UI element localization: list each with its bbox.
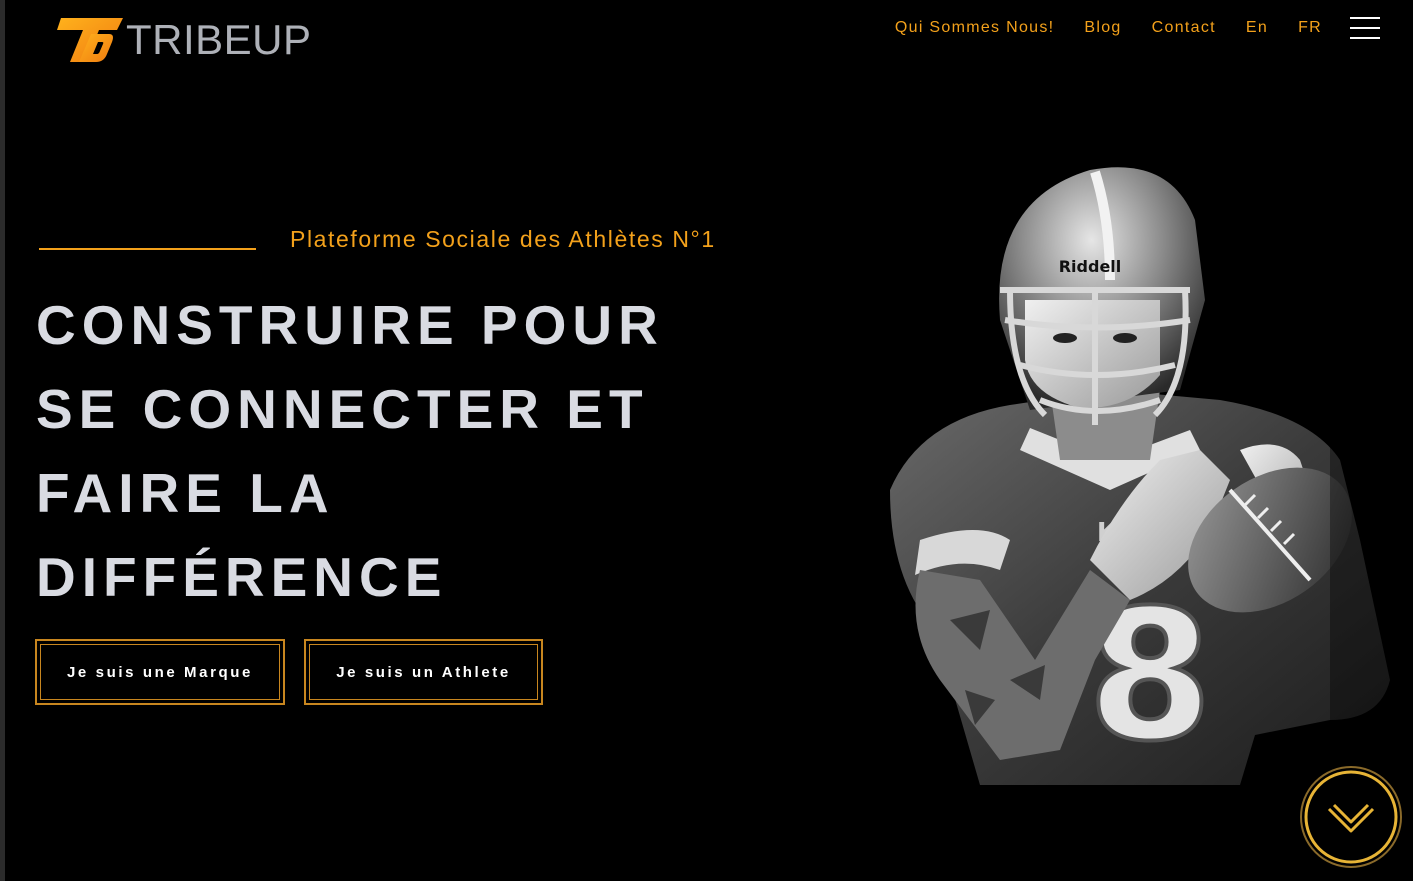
page: TRIBEUP Qui Sommes Nous! Blog Contact En… <box>0 0 1413 881</box>
headline-line: DIFFÉRENCE <box>36 546 448 608</box>
chevron-down-icon <box>1327 803 1375 833</box>
helmet-text: Riddell <box>1059 257 1122 276</box>
brand-signup-button[interactable]: Je suis une Marque <box>35 639 285 705</box>
hero-headline: CONSTRUIRE POUR SE CONNECTER ET FAIRE LA… <box>36 283 756 619</box>
brand-name: TRIBEUP <box>126 16 312 63</box>
hamburger-menu-icon[interactable] <box>1350 17 1380 39</box>
brand-signup-label: Je suis une Marque <box>66 663 253 681</box>
brand-logo[interactable]: TRIBEUP <box>53 14 333 66</box>
athlete-signup-label: Je suis un Athlete <box>336 663 511 681</box>
tagline-divider <box>39 248 256 250</box>
scroll-down-button[interactable] <box>1299 765 1403 869</box>
hero-tagline: Plateforme Sociale des Athlètes N°1 <box>290 226 716 252</box>
nav-item-about[interactable]: Qui Sommes Nous! <box>895 14 1055 42</box>
tribeup-logo-icon <box>57 18 123 62</box>
headline-line: CONSTRUIRE POUR <box>36 294 664 356</box>
nav-item-lang-fr[interactable]: FR <box>1298 14 1322 42</box>
football-player-image: 8 KIES Riddell <box>890 160 1400 785</box>
nav-item-contact[interactable]: Contact <box>1152 14 1216 42</box>
nav-item-blog[interactable]: Blog <box>1084 14 1121 42</box>
headline-line: SE CONNECTER ET <box>36 378 649 440</box>
nav-item-lang-en[interactable]: En <box>1246 14 1268 42</box>
athlete-signup-button[interactable]: Je suis un Athlete <box>304 639 543 705</box>
main-nav: Qui Sommes Nous! Blog Contact En FR <box>865 14 1380 42</box>
headline-line: FAIRE LA <box>36 462 335 524</box>
